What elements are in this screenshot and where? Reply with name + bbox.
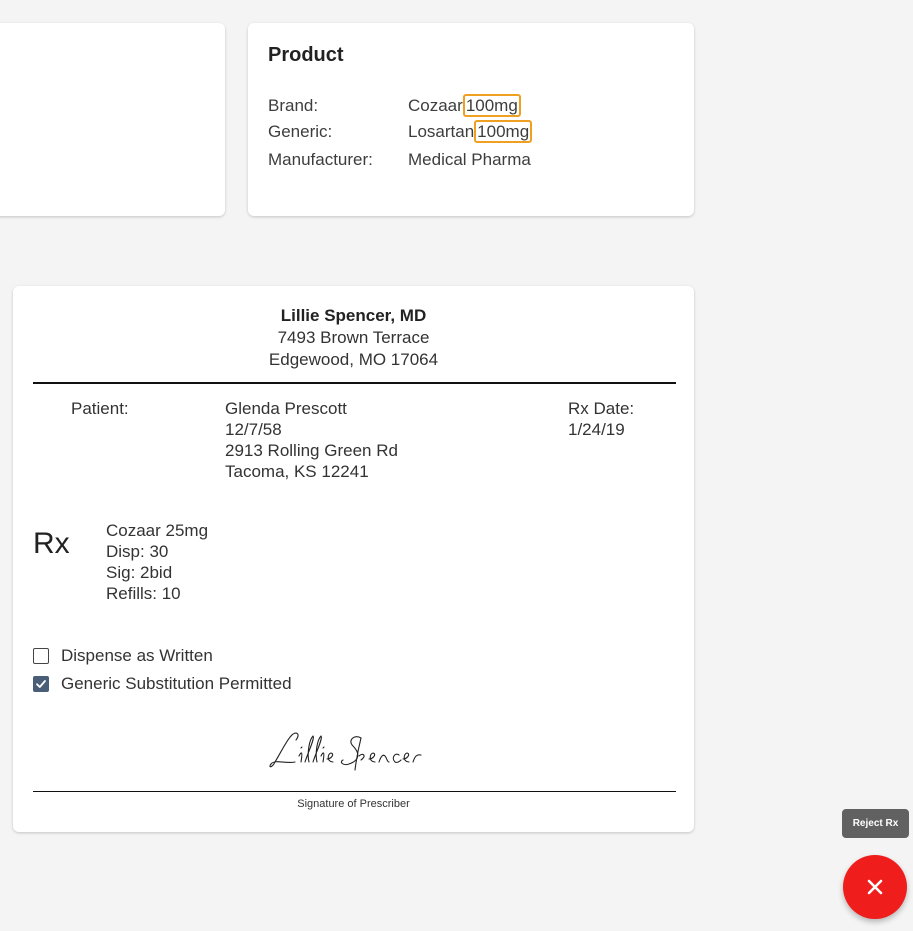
rx-date-label: Rx Date: xyxy=(568,399,635,418)
patient-label: Patient: xyxy=(71,399,129,418)
product-card: Product Brand: Cozaar 100mg Generic: Losart… xyxy=(248,23,694,216)
dispense-as-written-checkbox[interactable] xyxy=(33,648,49,664)
generic-strength-highlight: 100mg xyxy=(474,120,533,143)
signature-line xyxy=(33,791,676,792)
brand-row: Brand: Cozaar 100mg xyxy=(268,94,521,117)
rx-details: Cozaar 25mg Disp: 30 Sig: 2bid Refills: … xyxy=(106,520,208,604)
rx-date-block: Rx Date: 1/24/19 xyxy=(568,398,634,440)
manufacturer-value: Medical Pharma xyxy=(408,150,531,169)
rx-date-value: 1/24/19 xyxy=(568,420,625,439)
reject-rx-tooltip: Reject Rx xyxy=(842,809,909,838)
patient-address-line1: 2913 Rolling Green Rd xyxy=(225,441,398,460)
dispense-as-written-row[interactable]: Dispense as Written xyxy=(33,646,213,666)
manufacturer-row: Manufacturer: Medical Pharma xyxy=(268,149,531,171)
signature-caption: Signature of Prescriber xyxy=(297,798,410,810)
left-info-card xyxy=(0,23,225,216)
brand-label: Brand: xyxy=(268,96,319,115)
rx-disp: Disp: 30 xyxy=(106,542,169,561)
prescription-card: Lillie Spencer, MD 7493 Brown Terrace Ed… xyxy=(13,286,694,832)
generic-row: Generic: Losartan 100mg xyxy=(268,120,533,143)
prescriber-name: Lillie Spencer, MD xyxy=(280,306,427,325)
rx-sig: Sig: 2bid xyxy=(106,563,173,582)
brand-name: Cozaar xyxy=(408,96,463,115)
prescriber-signature xyxy=(269,732,422,771)
rx-drug: Cozaar 25mg xyxy=(106,521,209,540)
dispense-as-written-label: Dispense as Written xyxy=(61,646,213,665)
reject-rx-button[interactable] xyxy=(843,855,907,919)
generic-substitution-row[interactable]: Generic Substitution Permitted xyxy=(33,674,292,694)
prescriber-address-line1: 7493 Brown Terrace xyxy=(277,328,430,347)
brand-strength-highlight: 100mg xyxy=(462,94,521,117)
generic-name: Losartan xyxy=(408,122,475,141)
generic-label: Generic: xyxy=(268,122,333,141)
header-divider xyxy=(33,382,676,384)
patient-info: Glenda Prescott 12/7/58 2913 Rolling Gre… xyxy=(225,398,398,482)
product-title: Product xyxy=(268,44,344,66)
patient-dob: 12/7/58 xyxy=(225,420,282,439)
patient-address-line2: Tacoma, KS 12241 xyxy=(225,462,369,481)
close-icon xyxy=(867,879,883,895)
patient-name: Glenda Prescott xyxy=(225,399,347,418)
rx-refills: Refills: 10 xyxy=(106,584,181,603)
prescriber-address-line2: Edgewood, MO 17064 xyxy=(268,350,439,369)
generic-substitution-label: Generic Substitution Permitted xyxy=(61,674,292,693)
check-icon xyxy=(36,680,46,688)
rx-symbol: Rx xyxy=(33,527,70,560)
manufacturer-label: Manufacturer: xyxy=(268,150,373,169)
generic-substitution-checkbox[interactable] xyxy=(33,676,49,692)
